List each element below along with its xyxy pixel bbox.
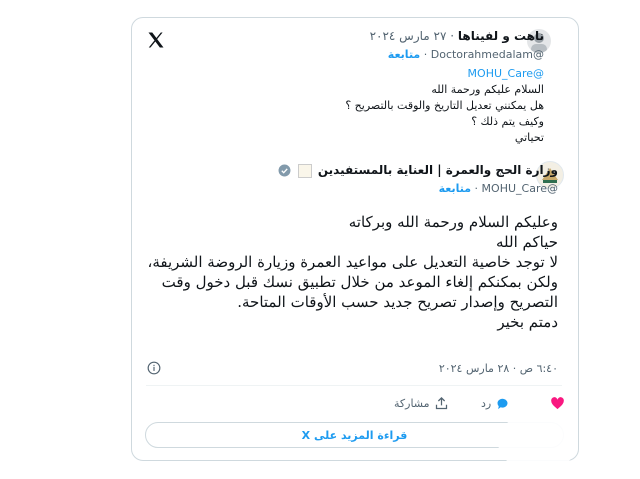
info-icon[interactable]	[147, 361, 161, 375]
reply-line: لا توجد خاصية التعديل على مواعيد العمرة …	[147, 253, 558, 311]
quoted-user-name[interactable]: ناهت و لفيناها	[458, 29, 544, 43]
share-label: مشاركة	[394, 397, 430, 410]
reply-user-name-row[interactable]: وزارة الحج والعمرة | العناية بالمستفيدين	[278, 163, 558, 178]
quoted-follow-button[interactable]: متابعة	[388, 48, 420, 61]
quoted-handle-row: @Doctorahmedalam · متابعة	[387, 48, 544, 61]
quoted-handle[interactable]: @Doctorahmedalam	[431, 48, 544, 61]
quoted-line: تحياتي	[514, 131, 544, 144]
tweet-timestamp[interactable]: ٦:٤٠ ص · ٢٨ مارس ٢٠٢٤	[439, 362, 558, 375]
quoted-date: ٢٧ مارس ٢٠٢٤	[369, 29, 447, 43]
reply-follow-button[interactable]: متابعة	[439, 182, 471, 195]
divider	[146, 385, 562, 386]
x-logo-icon[interactable]	[146, 30, 166, 50]
heart-icon	[551, 397, 564, 410]
mention-link[interactable]: @MOHU_Care	[345, 66, 544, 82]
quoted-user-name-row[interactable]: ناهت و لفيناها · ٢٧ مارس ٢٠٢٤	[370, 29, 544, 43]
quoted-line: هل يمكنني تعديل التاريخ والوقت بالتصريح …	[345, 99, 544, 112]
share-icon	[435, 396, 447, 410]
like-button[interactable]	[550, 396, 565, 411]
action-bar: رد مشاركة	[146, 396, 565, 414]
comment-icon	[497, 398, 508, 410]
watermark-logo	[498, 412, 578, 472]
share-button[interactable]: مشاركة	[394, 396, 449, 411]
reply-user-name[interactable]: وزارة الحج والعمرة | العناية بالمستفيدين	[318, 163, 558, 177]
reply-handle[interactable]: @MOHU_Care	[482, 182, 558, 195]
reply-line: دمتم بخير	[497, 313, 558, 331]
reply-label: رد	[481, 397, 492, 410]
verified-icon	[279, 164, 291, 177]
quoted-tweet-text: @MOHU_Care السلام عليكم ورحمة الله هل يم…	[345, 66, 544, 146]
reply-line: وعليكم السلام ورحمة الله وبركاته	[348, 213, 558, 231]
affiliate-badge-icon	[297, 163, 312, 178]
reply-handle-row: @MOHU_Care · متابعة	[438, 182, 558, 195]
reply-tweet-text: وعليكم السلام ورحمة الله وبركاته حياكم ا…	[138, 212, 558, 332]
quoted-line: وكيف يتم ذلك ؟	[471, 115, 544, 128]
reply-button[interactable]: رد	[481, 396, 510, 411]
reply-line: حياكم الله	[495, 233, 558, 251]
quoted-line: السلام عليكم ورحمة الله	[431, 83, 544, 96]
